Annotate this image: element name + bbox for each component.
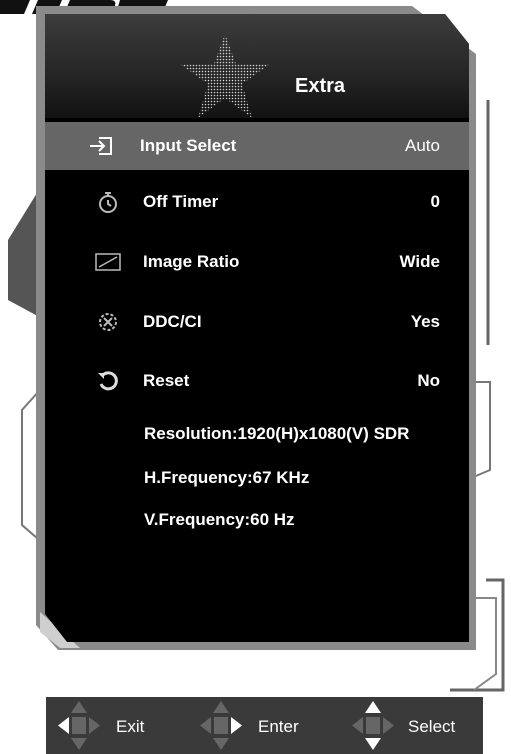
osd-menu-panel: Extra Input Select Auto Off Timer 0 Imag… — [45, 14, 469, 642]
input-icon — [90, 137, 112, 155]
exit-label: Exit — [116, 717, 145, 736]
enter-key[interactable]: Enter — [196, 697, 316, 754]
menu-item-value: Auto — [405, 136, 440, 155]
reset-icon — [98, 371, 118, 391]
exit-key[interactable]: Exit — [54, 697, 164, 754]
select-label: Select — [408, 717, 456, 736]
dpad-right-icon — [200, 701, 242, 750]
menu-item-label: Reset — [143, 371, 190, 390]
menu-item-label: Image Ratio — [143, 252, 240, 271]
menu-item-value: Yes — [410, 312, 440, 331]
menu-item-label: Input Select — [140, 136, 237, 155]
ddc-gear-icon — [99, 313, 117, 331]
timer-icon — [99, 192, 117, 213]
h-frequency-info: H.Frequency:67 KHz — [144, 468, 310, 487]
menu-title: Extra — [295, 75, 346, 97]
star-icon — [180, 34, 270, 118]
menu-item-label: DDC/CI — [143, 312, 202, 331]
enter-label: Enter — [258, 717, 299, 736]
menu-item-ddc-ci[interactable]: DDC/CI Yes — [45, 298, 469, 346]
menu-header: Extra — [45, 14, 469, 118]
select-key[interactable]: Select — [348, 697, 478, 754]
menu-item-label: Off Timer — [143, 192, 219, 211]
menu-item-reset[interactable]: Reset No — [45, 357, 469, 405]
dpad-left-icon — [58, 701, 100, 750]
menu-item-value: No — [417, 371, 440, 390]
key-guide-bar: Exit Enter Select — [46, 697, 483, 754]
menu-item-value: Wide — [399, 252, 440, 271]
menu-item-image-ratio[interactable]: Image Ratio Wide — [45, 238, 469, 286]
menu-item-off-timer[interactable]: Off Timer 0 — [45, 178, 469, 226]
menu-item-input-select[interactable]: Input Select Auto — [45, 122, 469, 170]
dpad-up-down-icon — [352, 701, 394, 750]
menu-item-value: 0 — [430, 192, 440, 211]
resolution-info: Resolution:1920(H)x1080(V) SDR — [144, 424, 410, 443]
v-frequency-info: V.Frequency:60 Hz — [144, 510, 295, 529]
aspect-ratio-icon — [95, 253, 121, 271]
